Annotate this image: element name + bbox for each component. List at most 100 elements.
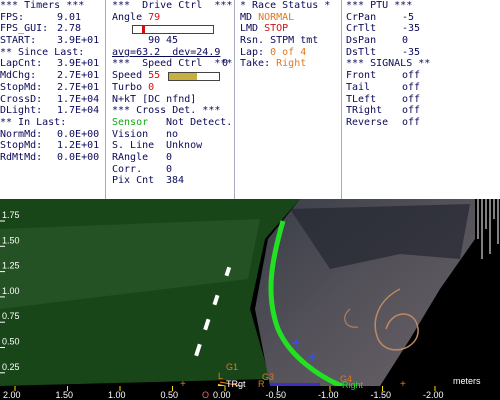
turbo-value: 0: [148, 81, 155, 93]
avg-dev-readout: avg=63.2 dev=24.9: [112, 46, 221, 58]
reverse-label: Reverse: [346, 116, 389, 128]
turbo-row: Turbo 0: [106, 82, 234, 94]
tail-value: off: [402, 81, 421, 93]
x-axis: 2.00 1.50 1.00 0.50 0.00 -0.50 -1.00 -1.50 -2.00: [0, 386, 500, 400]
speed-label: Speed: [112, 70, 143, 82]
tright-value: off: [402, 105, 421, 117]
stopmd-row: StopMd: 2.7E+01: [0, 82, 104, 94]
rdmtmd-label: RdMtMd:: [0, 151, 43, 163]
md-row: MD NORMAL: [234, 12, 340, 24]
dlight-label: DLight:: [0, 105, 43, 117]
dstilt-label: DsTlt: [346, 46, 377, 58]
lmd-row: LMD STOP: [234, 23, 340, 35]
tleft-value: off: [402, 93, 421, 105]
since-last-header: ** Since Last:: [0, 46, 85, 58]
trgt-label: TRgt: [226, 379, 246, 389]
mdchg-value: 2.7E+01: [57, 70, 100, 82]
md-label: MD: [240, 11, 253, 23]
dspan-row: DsPan 0: [342, 35, 500, 47]
reverse-row: Reverse off: [342, 117, 500, 129]
fps-value: 9.01: [57, 11, 82, 23]
race-status-column: * Race Status * MD NORMAL LMD STOP Rsn. …: [234, 0, 340, 199]
y-tick-label: 1.50: [2, 235, 20, 245]
tleft-row: TLeft off: [342, 94, 500, 106]
start-row: START: 3.9E+01: [0, 35, 104, 47]
vision-row: Vision no: [106, 129, 234, 141]
start-label: START:: [0, 35, 37, 47]
plus-marker-left: +: [180, 379, 186, 390]
sline-row: S. Line Unknow: [106, 140, 234, 152]
nkt-readout: N+kT [DC nfnd]: [112, 93, 197, 105]
x-tick-label: -2.00: [423, 390, 444, 400]
mdchg-label: MdChg:: [0, 70, 37, 82]
y-tick-label: 1.00: [2, 286, 20, 296]
camera-view-canvas: 1.75 1.50 1.25 1.00 0.75 0.50 0.25 0.00 2.00 1.5…: [0, 199, 500, 400]
y-tick-label: 1.75: [2, 210, 20, 220]
turbo-label: Turbo: [112, 81, 143, 93]
crtilt-row: CrTlt -35: [342, 23, 500, 35]
fps-row: FPS: 9.01: [0, 12, 104, 24]
lap-row: Lap: 0 of 4: [234, 47, 340, 59]
race-header: * Race Status *: [240, 0, 331, 11]
normmd-value: 0.0E+00: [57, 128, 100, 140]
r-label: R: [258, 379, 265, 389]
crtilt-value: -35: [402, 23, 421, 35]
dlight-value: 1.7E+04: [57, 105, 100, 117]
in-last-header: ** In Last:: [0, 116, 67, 128]
md-value: NORMAL: [258, 11, 295, 23]
x-tick-label: 2.00: [3, 390, 21, 400]
take-value: Right: [276, 58, 307, 70]
speed-header: *** Speed Ctrl ***: [112, 58, 233, 70]
fps-gui-row: FPS_GUI: 2.78: [0, 23, 104, 35]
crossd-label: CrossD:: [0, 93, 43, 105]
crtilt-label: CrTlt: [346, 23, 377, 35]
speed-gauge-fill: [169, 73, 197, 81]
lapcnt-label: LapCnt:: [0, 58, 43, 70]
units-label: meters: [453, 376, 481, 386]
start-value: 3.9E+01: [57, 35, 100, 47]
drive-column: *** Drive Ctrl *** Angle 79 90 0 45 avg=…: [105, 0, 235, 199]
rsn-row: Rsn. STPM tmt: [234, 35, 340, 47]
tright-row: TRight off: [342, 105, 500, 117]
rangle-row: RAngle 0: [106, 152, 234, 164]
dspan-label: DsPan: [346, 35, 377, 47]
signals-header: *** SIGNALS **: [346, 58, 431, 70]
drive-header: *** Drive Ctrl ***: [112, 0, 233, 11]
sline-label: S. Line: [112, 140, 155, 152]
sensor-value: Not Detect.: [166, 116, 233, 128]
normmd-row: NormMd: 0.0E+00: [0, 129, 104, 141]
normmd-label: NormMd:: [0, 128, 43, 140]
stopmd2-label: StopMd:: [0, 140, 43, 152]
pixcnt-value: 384: [166, 175, 185, 187]
corr-label: Corr.: [112, 163, 143, 175]
sline-value: Unknow: [166, 140, 203, 152]
sensor-label: Sensor: [112, 116, 149, 128]
dspan-value: 0: [402, 35, 409, 47]
speed-gauge: [168, 72, 220, 82]
o-label: O: [202, 390, 209, 400]
take-row: Take: Right: [234, 58, 340, 70]
x-tick-label: -0.50: [266, 390, 287, 400]
lap-label: Lap:: [240, 46, 265, 58]
angle-gauge-needle: [142, 26, 146, 34]
pixcnt-label: Pix Cnt: [112, 175, 155, 187]
fps-gui-value: 2.78: [57, 23, 82, 35]
x-tick-label: 1.50: [56, 390, 74, 400]
tright-label: TRight: [346, 105, 383, 117]
front-value: off: [402, 70, 421, 82]
mdchg-row: MdChg: 2.7E+01: [0, 70, 104, 82]
telemetry-panel: *** Timers *** FPS: 9.01 FPS_GUI: 2.78 STA…: [0, 0, 500, 199]
rangle-value: 0: [166, 151, 173, 163]
corr-row: Corr. 0: [106, 164, 234, 176]
crpan-label: CrPan: [346, 11, 377, 23]
stopmd-value: 2.7E+01: [57, 81, 100, 93]
speed-row: Speed 55: [106, 70, 234, 82]
lap-value: 0 of 4: [270, 46, 307, 58]
corr-value: 0: [166, 163, 173, 175]
x-tick-label: 0.50: [161, 390, 179, 400]
rsn-value: STPM tmt: [270, 35, 319, 47]
tleft-label: TLeft: [346, 93, 377, 105]
front-label: Front: [346, 70, 377, 82]
stopmd-label: StopMd:: [0, 81, 43, 93]
x-tick-label: -1.00: [318, 390, 339, 400]
